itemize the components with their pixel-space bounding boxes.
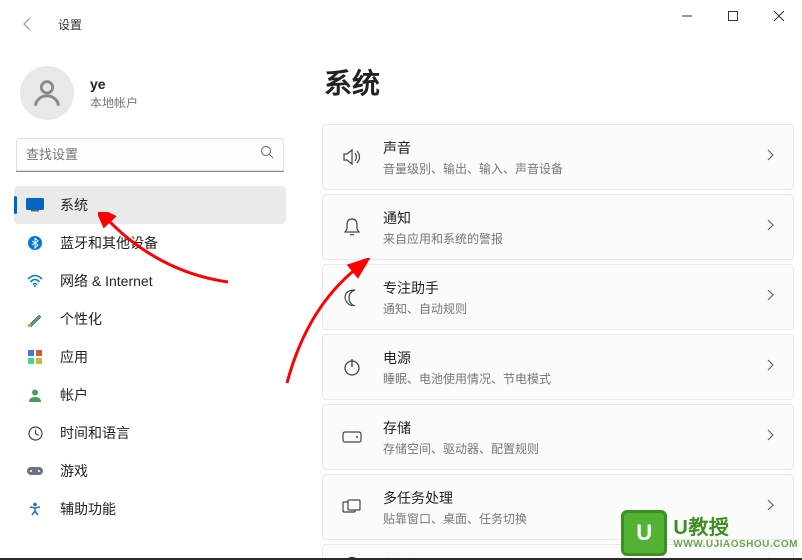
- sound-icon: [341, 148, 363, 166]
- power-icon: [341, 358, 363, 376]
- item-sub: 通知、自动规则: [383, 300, 747, 317]
- wifi-icon: [26, 272, 44, 290]
- chevron-right-icon: [767, 148, 775, 166]
- nav-list: 系统 蓝牙和其他设备 网络 & Internet 个性化 应用 帐户: [14, 186, 286, 528]
- chevron-right-icon: [767, 358, 775, 376]
- sidebar-item-apps[interactable]: 应用: [14, 338, 286, 376]
- sidebar-item-personalization[interactable]: 个性化: [14, 300, 286, 338]
- maximize-button[interactable]: [710, 0, 756, 32]
- search-icon: [260, 145, 274, 164]
- bell-icon: [341, 217, 363, 237]
- apps-icon: [26, 348, 44, 366]
- accessibility-icon: [26, 500, 44, 518]
- sidebar-item-system[interactable]: 系统: [14, 186, 286, 224]
- sidebar-item-accounts[interactable]: 帐户: [14, 376, 286, 414]
- nav-label: 应用: [60, 347, 88, 367]
- item-title: 多任务处理: [383, 488, 747, 508]
- settings-item-sound[interactable]: 声音 音量级别、输出、输入、声音设备: [322, 124, 794, 190]
- close-button[interactable]: [756, 0, 802, 32]
- window-title: 设置: [58, 16, 82, 33]
- user-section[interactable]: ye 本地帐户: [14, 60, 286, 138]
- sidebar-item-time-language[interactable]: 时间和语言: [14, 414, 286, 452]
- bluetooth-icon: [26, 234, 44, 252]
- drive-icon: [341, 431, 363, 443]
- chevron-right-icon: [767, 288, 775, 306]
- item-title: 通知: [383, 208, 747, 228]
- system-icon: [26, 196, 44, 214]
- item-sub: 音量级别、输出、输入、声音设备: [383, 160, 747, 177]
- chevron-right-icon: [767, 218, 775, 236]
- nav-label: 个性化: [60, 309, 102, 329]
- back-button[interactable]: [16, 12, 40, 36]
- page-title: 系统: [324, 62, 794, 102]
- nav-label: 游戏: [60, 461, 88, 481]
- minimize-button[interactable]: [664, 0, 710, 32]
- item-sub: 存储空间、驱动器、配置规则: [383, 440, 747, 457]
- item-title: 存储: [383, 418, 747, 438]
- nav-label: 网络 & Internet: [60, 271, 153, 291]
- item-sub: 来自应用和系统的警报: [383, 230, 747, 247]
- nav-label: 系统: [60, 195, 88, 215]
- nav-label: 蓝牙和其他设备: [60, 233, 158, 253]
- person-icon: [26, 386, 44, 404]
- sidebar-item-accessibility[interactable]: 辅助功能: [14, 490, 286, 528]
- window-controls: [664, 0, 802, 32]
- sidebar-item-bluetooth[interactable]: 蓝牙和其他设备: [14, 224, 286, 262]
- nav-label: 帐户: [60, 385, 88, 405]
- user-name: ye: [90, 76, 138, 92]
- multitask-icon: [341, 499, 363, 515]
- item-title: 声音: [383, 138, 747, 158]
- avatar: [20, 66, 74, 120]
- titlebar: 设置: [0, 0, 802, 48]
- clock-icon: [26, 424, 44, 442]
- user-subtitle: 本地帐户: [90, 94, 138, 111]
- gamepad-icon: [26, 462, 44, 480]
- settings-item-storage[interactable]: 存储 存储空间、驱动器、配置规则: [322, 404, 794, 470]
- main-panel: 系统 声音 音量级别、输出、输入、声音设备 通知 来自应用和系统的警报: [300, 48, 802, 560]
- item-title: 电源: [383, 348, 747, 368]
- item-sub: 睡眠、电池使用情况、节电模式: [383, 370, 747, 387]
- settings-list: 声音 音量级别、输出、输入、声音设备 通知 来自应用和系统的警报 专注助手: [322, 124, 794, 560]
- watermark-url: WWW.UJIAOSHOU.COM: [673, 539, 798, 550]
- search-input[interactable]: [26, 147, 260, 162]
- watermark: U教授 WWW.UJIAOSHOU.COM: [621, 510, 798, 556]
- nav-label: 辅助功能: [60, 499, 116, 519]
- chevron-right-icon: [767, 428, 775, 446]
- nav-label: 时间和语言: [60, 423, 130, 443]
- sidebar: ye 本地帐户 系统 蓝牙和其他设备 网络 & Internet: [0, 48, 300, 560]
- settings-item-notifications[interactable]: 通知 来自应用和系统的警报: [322, 194, 794, 260]
- sidebar-item-gaming[interactable]: 游戏: [14, 452, 286, 490]
- moon-icon: [341, 288, 363, 306]
- watermark-badge: [621, 510, 667, 556]
- settings-item-focus[interactable]: 专注助手 通知、自动规则: [322, 264, 794, 330]
- sidebar-item-network[interactable]: 网络 & Internet: [14, 262, 286, 300]
- watermark-name: U教授: [673, 517, 798, 539]
- item-title: 专注助手: [383, 278, 747, 298]
- settings-item-power[interactable]: 电源 睡眠、电池使用情况、节电模式: [322, 334, 794, 400]
- brush-icon: [26, 310, 44, 328]
- search-box[interactable]: [16, 138, 284, 172]
